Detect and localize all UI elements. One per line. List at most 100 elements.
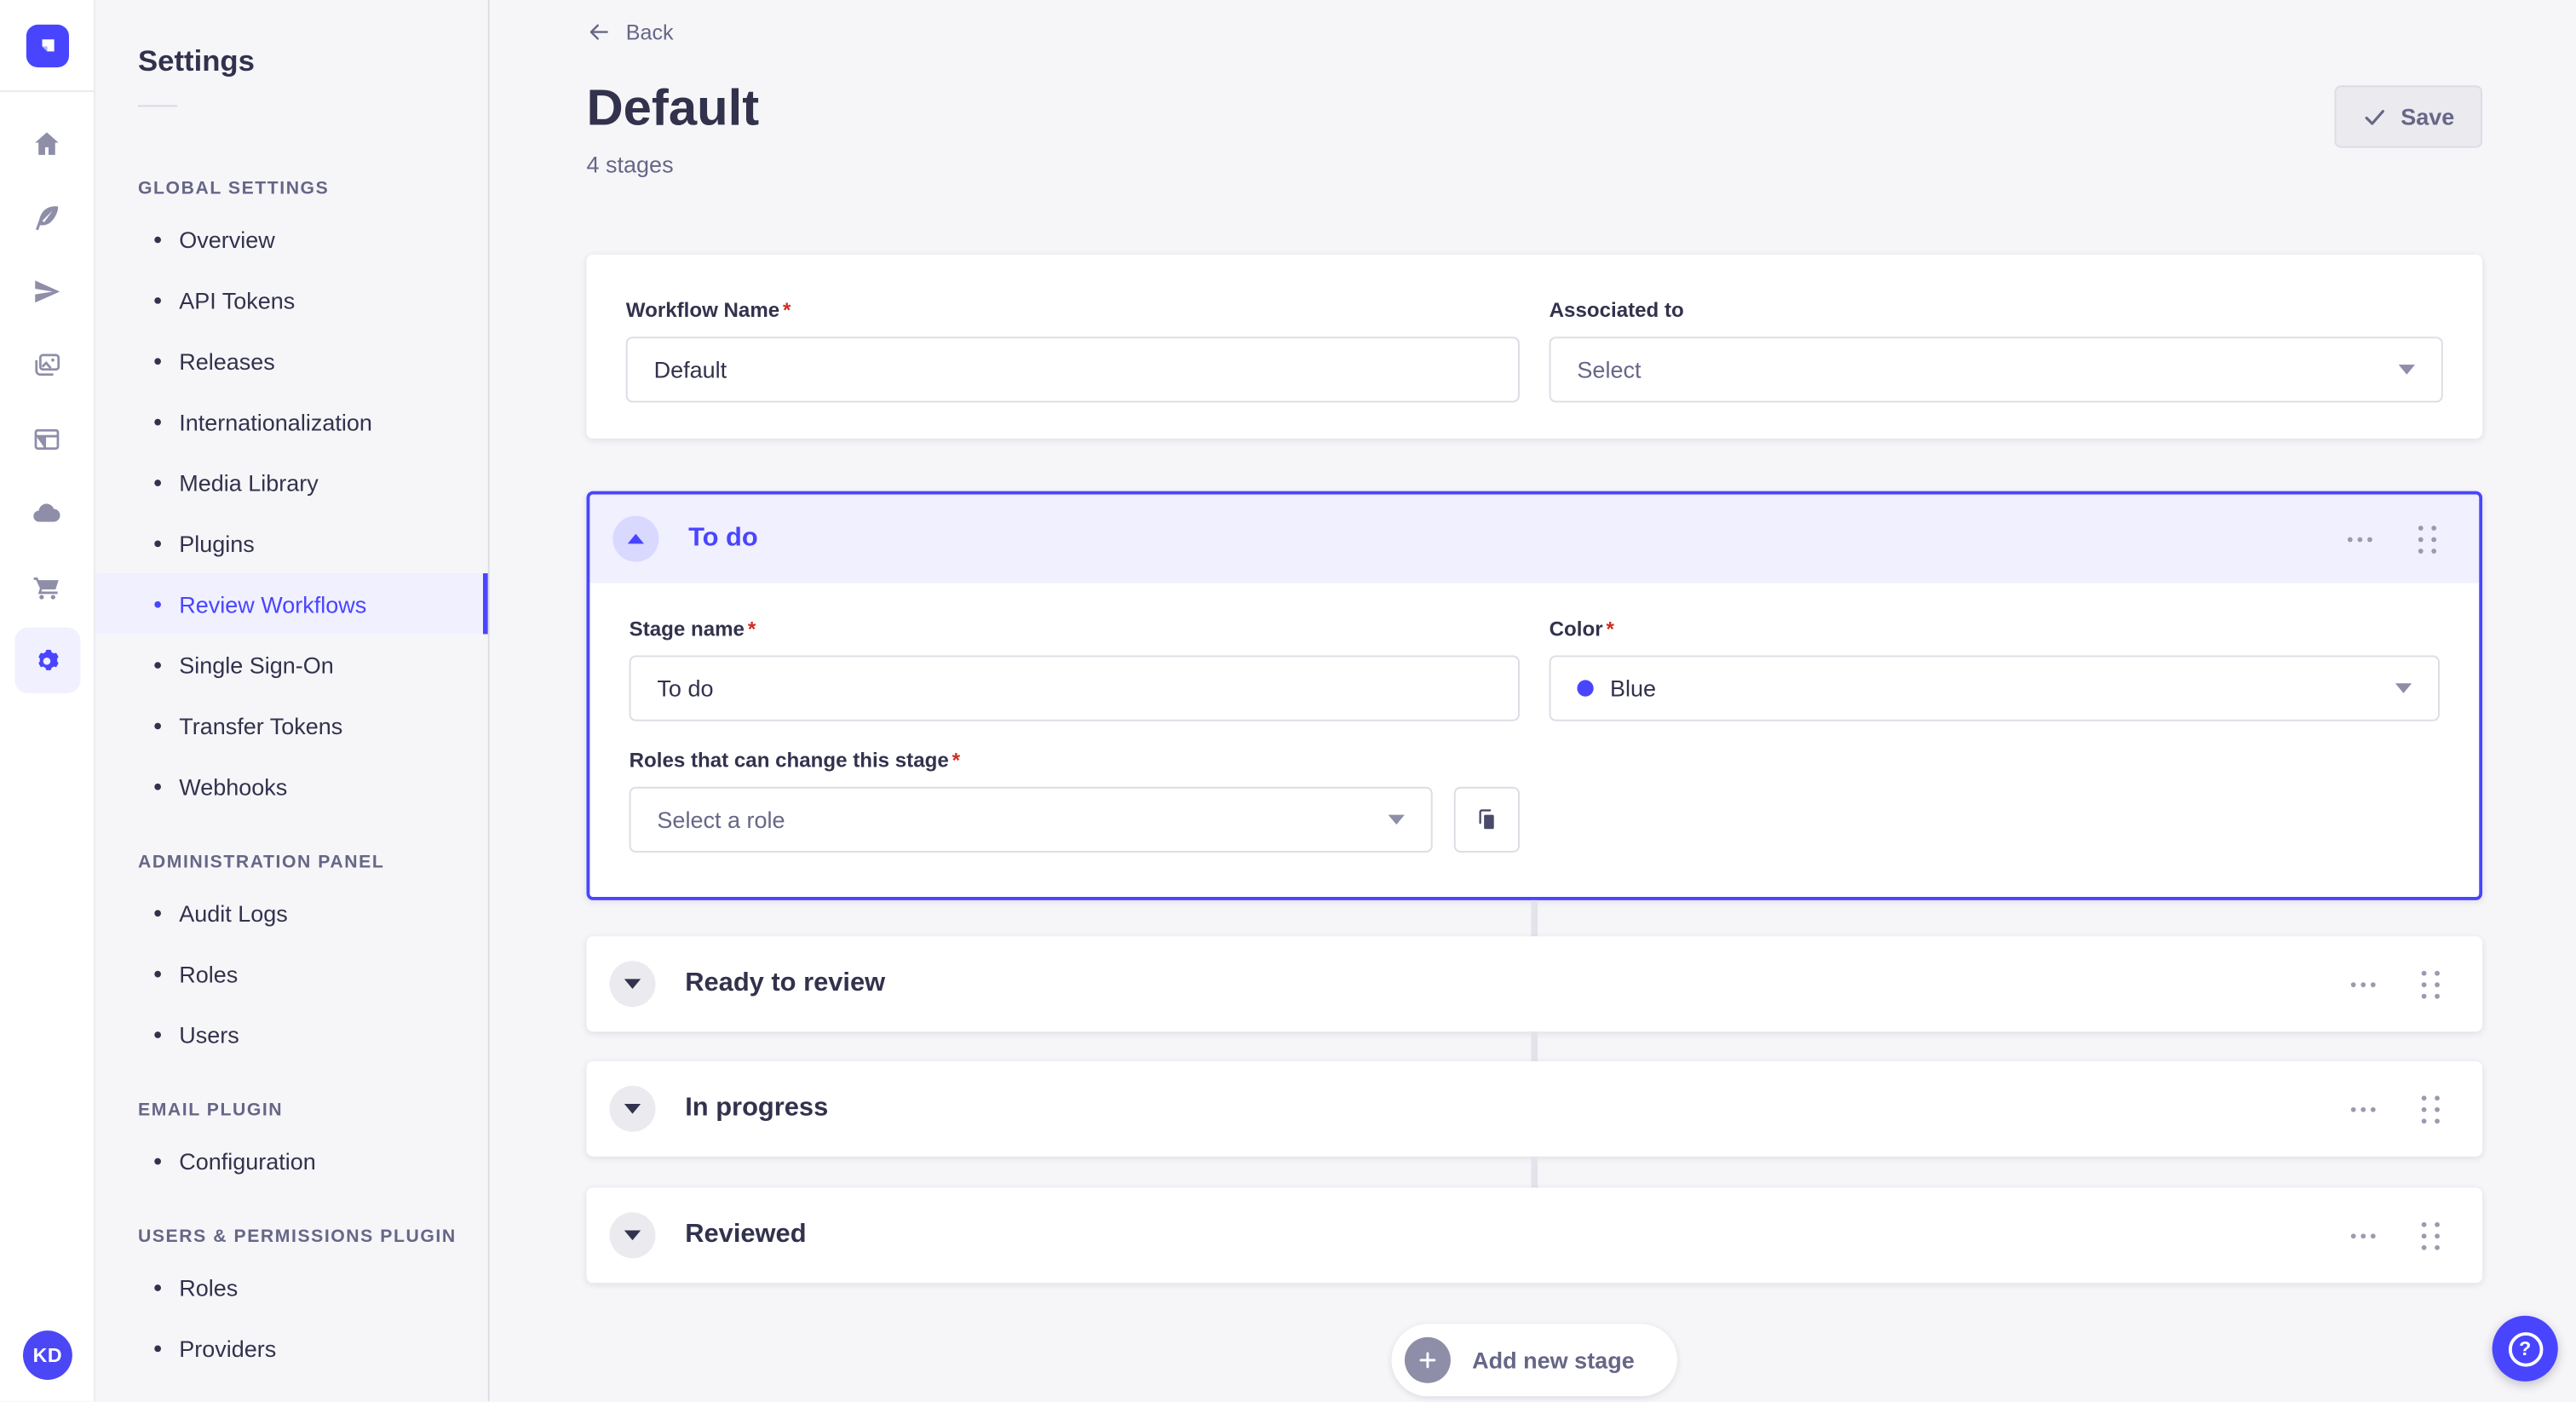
subnav-title-divider: [137, 105, 178, 107]
help-button[interactable]: ?: [2492, 1315, 2558, 1382]
required-marker: *: [952, 749, 961, 773]
bullet-icon: [154, 1344, 161, 1352]
sidebar-item-up-roles[interactable]: Roles: [95, 1256, 488, 1317]
stage-accordion-todo: To do Stage name* Color*: [586, 491, 2483, 901]
question-mark-icon: ?: [2507, 1331, 2543, 1366]
strapi-logo-glyph: [41, 39, 54, 52]
subnav-title: Settings: [137, 44, 255, 78]
page-header: Default 4 stages Save: [586, 78, 2483, 177]
sidebar-item-overview[interactable]: Overview: [95, 209, 488, 269]
stage-name-label: Stage name *: [629, 618, 756, 641]
stage-accordion-reviewed[interactable]: Reviewed: [586, 1187, 2483, 1284]
sidebar-item-single-sign-on[interactable]: Single Sign-On: [95, 634, 488, 694]
drag-handle-icon[interactable]: [2418, 1089, 2443, 1129]
sidebar-item-providers[interactable]: Providers: [95, 1318, 488, 1378]
expand-stage-button[interactable]: [609, 961, 656, 1008]
page-title: Default: [586, 78, 760, 137]
media-library-icon[interactable]: [14, 332, 79, 398]
stage-accordion-in-progress[interactable]: In progress: [586, 1061, 2483, 1157]
arrow-left-icon: [589, 24, 608, 40]
bullet-icon: [154, 417, 161, 425]
marketplace-cart-icon[interactable]: [14, 554, 79, 619]
associated-to-label: Associated to: [1549, 299, 1684, 323]
stage-title: To do: [688, 524, 758, 553]
stage-title: Reviewed: [685, 1221, 807, 1249]
stage-name-input[interactable]: [629, 655, 1520, 721]
stage-title: In progress: [685, 1094, 829, 1123]
chevron-down-icon: [2395, 683, 2412, 694]
bullet-icon: [154, 235, 161, 243]
bullet-icon: [154, 539, 161, 547]
bullet-icon: [154, 600, 161, 607]
drag-handle-icon[interactable]: [2418, 963, 2443, 1004]
chevron-down-icon: [624, 1230, 641, 1241]
stage-menu-icon[interactable]: [2348, 1097, 2379, 1122]
workflow-name-input[interactable]: [625, 336, 1520, 403]
rail-icons: [14, 102, 80, 693]
sidebar-item-users[interactable]: Users: [95, 1003, 488, 1064]
strapi-logo[interactable]: [25, 24, 69, 68]
collapse-stage-button[interactable]: [612, 515, 659, 562]
workflow-name-label: Workflow Name *: [625, 299, 791, 323]
associated-to-select[interactable]: Select: [1549, 336, 2443, 403]
color-select[interactable]: Blue: [1549, 655, 2440, 721]
bullet-icon: [154, 357, 161, 365]
bullet-icon: [154, 721, 161, 729]
feather-icon[interactable]: [14, 184, 79, 250]
sidebar-item-media-library[interactable]: Media Library: [95, 451, 488, 512]
stage-todo-header[interactable]: To do: [589, 494, 2480, 583]
expand-stage-button[interactable]: [609, 1085, 656, 1132]
chevron-down-icon: [2398, 365, 2415, 375]
stage-menu-icon[interactable]: [2348, 1223, 2379, 1248]
bullet-icon: [154, 909, 161, 916]
chevron-down-icon: [624, 1104, 641, 1114]
sidebar-item-admin-roles[interactable]: Roles: [95, 943, 488, 1003]
bullet-icon: [154, 782, 161, 790]
bullet-icon: [154, 661, 161, 668]
layout-icon[interactable]: [14, 405, 79, 471]
strapi-admin-app: KD Settings GLOBAL SETTINGS Overview API…: [0, 0, 2576, 1402]
settings-gear-icon[interactable]: [14, 627, 80, 693]
sidebar-item-review-workflows[interactable]: Review Workflows: [95, 573, 488, 635]
stage-title: Ready to review: [685, 969, 886, 997]
sidebar-item-api-tokens[interactable]: API Tokens: [95, 269, 488, 330]
sidebar-item-audit-logs[interactable]: Audit Logs: [95, 882, 488, 943]
cloud-icon[interactable]: [14, 480, 79, 545]
back-link[interactable]: Back: [586, 20, 674, 44]
stage-menu-icon[interactable]: [2348, 972, 2379, 997]
stage-accordion-ready-to-review[interactable]: Ready to review: [586, 936, 2483, 1032]
roles-select[interactable]: Select a role: [629, 786, 1433, 853]
rail-divider: [0, 90, 95, 92]
sidebar-item-webhooks[interactable]: Webhooks: [95, 756, 488, 816]
sidebar-item-internationalization[interactable]: Internationalization: [95, 391, 488, 451]
expand-stage-button[interactable]: [609, 1212, 656, 1259]
stage-menu-icon[interactable]: [2344, 526, 2376, 551]
sidebar-item-plugins[interactable]: Plugins: [95, 513, 488, 573]
chevron-up-icon: [627, 533, 644, 544]
duplicate-stage-button[interactable]: [1453, 786, 1520, 853]
drag-handle-icon[interactable]: [2415, 519, 2440, 560]
user-avatar[interactable]: KD: [22, 1330, 72, 1380]
sidebar-item-releases[interactable]: Releases: [95, 330, 488, 391]
bullet-icon: [154, 1284, 161, 1290]
add-new-stage-button[interactable]: Add new stage: [1391, 1324, 1677, 1397]
workflow-form-card: Workflow Name* Associated to Select: [586, 255, 2483, 440]
settings-subnav: Settings GLOBAL SETTINGS Overview API To…: [95, 0, 490, 1402]
sidebar-item-email-configuration[interactable]: Configuration: [95, 1130, 488, 1191]
sidebar-item-transfer-tokens[interactable]: Transfer Tokens: [95, 695, 488, 756]
bullet-icon: [154, 479, 161, 486]
save-button[interactable]: Save: [2335, 85, 2483, 148]
paper-plane-icon[interactable]: [14, 258, 79, 324]
bullet-icon: [154, 1157, 161, 1164]
section-users-permissions-plugin: USERS & PERMISSIONS PLUGIN: [137, 1227, 457, 1247]
copy-icon: [1479, 809, 1494, 830]
bullet-icon: [154, 296, 161, 303]
stage-connector: [1531, 1156, 1538, 1188]
color-label: Color *: [1549, 618, 1614, 641]
color-dot: [1577, 680, 1594, 697]
drag-handle-icon[interactable]: [2418, 1215, 2443, 1255]
required-marker: *: [783, 299, 791, 323]
home-icon[interactable]: [14, 110, 79, 175]
section-global-settings: GLOBAL SETTINGS: [137, 179, 330, 199]
bullet-icon: [154, 1031, 161, 1037]
